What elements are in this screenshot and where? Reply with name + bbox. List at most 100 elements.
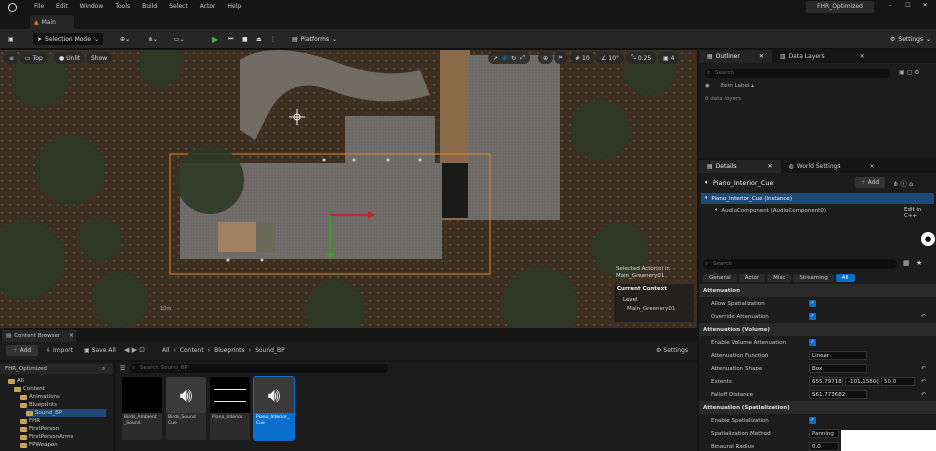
grid-snap-button[interactable]: # 10 — [570, 52, 595, 64]
menu-window[interactable]: Window — [80, 3, 104, 10]
asset-tile-selected[interactable]: 🔊︎ Piano_Interior_ Cue — [253, 376, 295, 441]
scale-icon[interactable]: ⤢ — [520, 54, 525, 62]
outliner-filter-icons[interactable]: ▣ ▢ ⚙ — [899, 69, 920, 76]
lit-mode-button[interactable]: ● Unlit — [54, 52, 86, 64]
blueprints-button[interactable]: ⋔⌄ — [148, 33, 158, 45]
filter-general[interactable]: General — [703, 274, 737, 282]
filter-misc[interactable]: Misc — [767, 274, 792, 282]
platforms-dropdown[interactable]: ▤ Platforms ⌄ — [292, 33, 337, 45]
property-matrix-icon[interactable]: ▦ — [903, 259, 910, 267]
reset-icon[interactable]: ↶ — [921, 365, 926, 372]
tab-data-layers[interactable]: ▥ Data Layers ✕ — [772, 50, 873, 63]
filter-icon[interactable]: ☰ — [120, 365, 125, 372]
tree-item-firstperson[interactable]: FirstPerson — [20, 425, 59, 433]
add-button[interactable]: + Add — [6, 345, 38, 356]
maximize-button[interactable]: ☐ — [903, 2, 913, 12]
tree-item-fhr[interactable]: FHR — [20, 417, 40, 425]
nav-buttons[interactable]: ◀ ▶ ⊡ — [124, 346, 145, 354]
scale-snap-button[interactable]: ⤡ 0.25 — [626, 52, 657, 64]
menu-file[interactable]: File — [34, 3, 44, 10]
reset-icon[interactable]: ↶ — [921, 391, 926, 398]
rotate-icon[interactable]: ↻ — [511, 55, 516, 62]
menu-help[interactable]: Help — [228, 3, 242, 10]
minimize-button[interactable]: – — [885, 2, 895, 12]
close-icon[interactable]: ✕ — [869, 163, 874, 170]
allow-spatialization-checkbox[interactable]: ✓ — [809, 300, 816, 307]
filter-actor[interactable]: Actor — [738, 274, 766, 282]
tab-details[interactable]: ▤ Details ✕ — [699, 160, 781, 173]
asset-tile[interactable]: Piano_Interior — [210, 377, 250, 440]
spatialization-method-dropdown[interactable]: Panning — [809, 429, 839, 438]
tab-content-browser[interactable]: ▤ Content Browser ✕ — [2, 330, 76, 342]
reset-icon[interactable]: ↶ — [921, 378, 926, 385]
level-value[interactable]: Main_Greenery01 — [627, 306, 691, 312]
menu-tools[interactable]: Tools — [115, 3, 130, 10]
rotation-snap-button[interactable]: ∠ 10° — [596, 52, 625, 64]
close-icon[interactable]: ✕ — [860, 53, 865, 60]
extents-z-field[interactable]: 50.0 — [881, 377, 915, 386]
show-button[interactable]: Show — [86, 52, 113, 64]
menu-edit[interactable]: Edit — [56, 3, 68, 10]
tree-item-all[interactable]: All — [8, 377, 24, 385]
world-local-button[interactable]: ⊕ — [538, 52, 554, 64]
eject-button[interactable]: ⏏ — [256, 33, 262, 45]
lightbulb-icon[interactable]: ● — [921, 232, 935, 246]
save-icon[interactable]: ▣ — [8, 33, 14, 45]
category-attenuation-volume[interactable]: Attenuation (Volume) — [699, 323, 936, 336]
close-icon[interactable]: ✕ — [69, 333, 74, 339]
breadcrumb-sound-bp[interactable]: Sound_BP — [255, 347, 285, 354]
viewport-menu-button[interactable]: ≡ — [4, 52, 20, 64]
asset-tile[interactable]: Birds_Ambient _Sound — [122, 377, 162, 440]
transform-tools[interactable]: ➚ ✥ ↻ ⤢ — [488, 52, 530, 64]
extents-y-field[interactable]: -101.1580( — [845, 377, 879, 386]
attenuation-function-dropdown[interactable]: Linear — [809, 351, 867, 360]
level-viewport[interactable]: ≡ ▭ Top ● Unlit Show ➚ ✥ ↻ ⤢ ⊕ ⌗ # 10 ∠ … — [0, 50, 697, 328]
extents-x-field[interactable]: 655.79718 — [809, 377, 843, 386]
search-icon[interactable]: ⌕ — [102, 364, 105, 374]
edit-cpp-link[interactable]: Edit in C++ — [904, 207, 936, 219]
camera-speed-button[interactable]: ▣ 4 — [658, 52, 680, 64]
enable-volume-attenuation-checkbox[interactable]: ✓ — [809, 339, 816, 346]
tree-item-animations[interactable]: Animations — [20, 393, 60, 401]
close-icon[interactable]: ✕ — [759, 53, 764, 60]
cinematics-button[interactable]: ▭⌄ — [174, 33, 185, 45]
column-item-label[interactable]: Item Label — [720, 83, 749, 89]
save-all-button[interactable]: ▣ Save All — [84, 347, 116, 354]
tab-world-settings[interactable]: ◍ World Settings ✕ — [781, 160, 883, 173]
reset-icon[interactable]: ↶ — [921, 313, 926, 320]
tree-item-content[interactable]: Content — [14, 385, 45, 393]
falloff-distance-field[interactable]: 561.773682 — [809, 390, 867, 399]
favorites-icon[interactable]: ★ — [916, 259, 922, 267]
menu-build[interactable]: Build — [142, 3, 157, 10]
breadcrumb-content[interactable]: Content — [180, 347, 204, 354]
play-options-button[interactable]: ⋮ — [270, 33, 276, 45]
binaural-radius-field[interactable]: 0.0 — [809, 442, 839, 451]
override-attenuation-checkbox[interactable]: ✓ — [809, 313, 816, 320]
breadcrumb-all[interactable]: All — [162, 347, 169, 354]
tree-item-sound-bp[interactable]: Sound_BP — [26, 409, 106, 417]
close-button[interactable]: ✕ — [920, 2, 930, 12]
details-header-icons[interactable]: ⋔ ⓘ ⌂ — [893, 178, 913, 188]
filter-streaming[interactable]: Streaming — [793, 274, 834, 282]
tree-item-firstpersonarms[interactable]: FirstPersonArms — [20, 433, 73, 441]
close-icon[interactable]: ✕ — [767, 163, 772, 170]
filter-all[interactable]: All — [835, 274, 855, 282]
tree-item-blueprints[interactable]: Blueprints — [20, 401, 57, 409]
play-button[interactable]: ▶ — [212, 33, 218, 45]
asset-tile[interactable]: 🔊︎ Birds_Sound Cue — [166, 377, 206, 440]
details-search-input[interactable]: ⌕ Search — [703, 259, 897, 269]
stop-button[interactable]: ■ — [242, 33, 248, 45]
outliner-search-input[interactable]: ⌕ Search — [705, 69, 890, 78]
component-child-row[interactable]: 🔈︎ AudioComponent (AudioComponent0) — [701, 205, 934, 216]
cb-settings-button[interactable]: ⚙ Settings — [656, 347, 688, 354]
add-content-button[interactable]: ⊕⌄ — [120, 33, 130, 45]
menu-actor[interactable]: Actor — [200, 3, 216, 10]
tab-main[interactable]: ▲ Main — [30, 15, 74, 29]
tab-outliner[interactable]: ▤ Outliner ✕ — [699, 50, 772, 63]
category-attenuation[interactable]: Attenuation — [699, 284, 936, 297]
category-attenuation-spatialization[interactable]: Attenuation (Spatialization) — [699, 401, 936, 414]
select-icon[interactable]: ➚ — [493, 55, 498, 62]
breadcrumb-blueprints[interactable]: Blueprints — [214, 347, 245, 354]
attenuation-shape-dropdown[interactable]: Box — [809, 364, 867, 373]
settings-dropdown[interactable]: ⚙ Settings ⌄ — [890, 33, 931, 45]
